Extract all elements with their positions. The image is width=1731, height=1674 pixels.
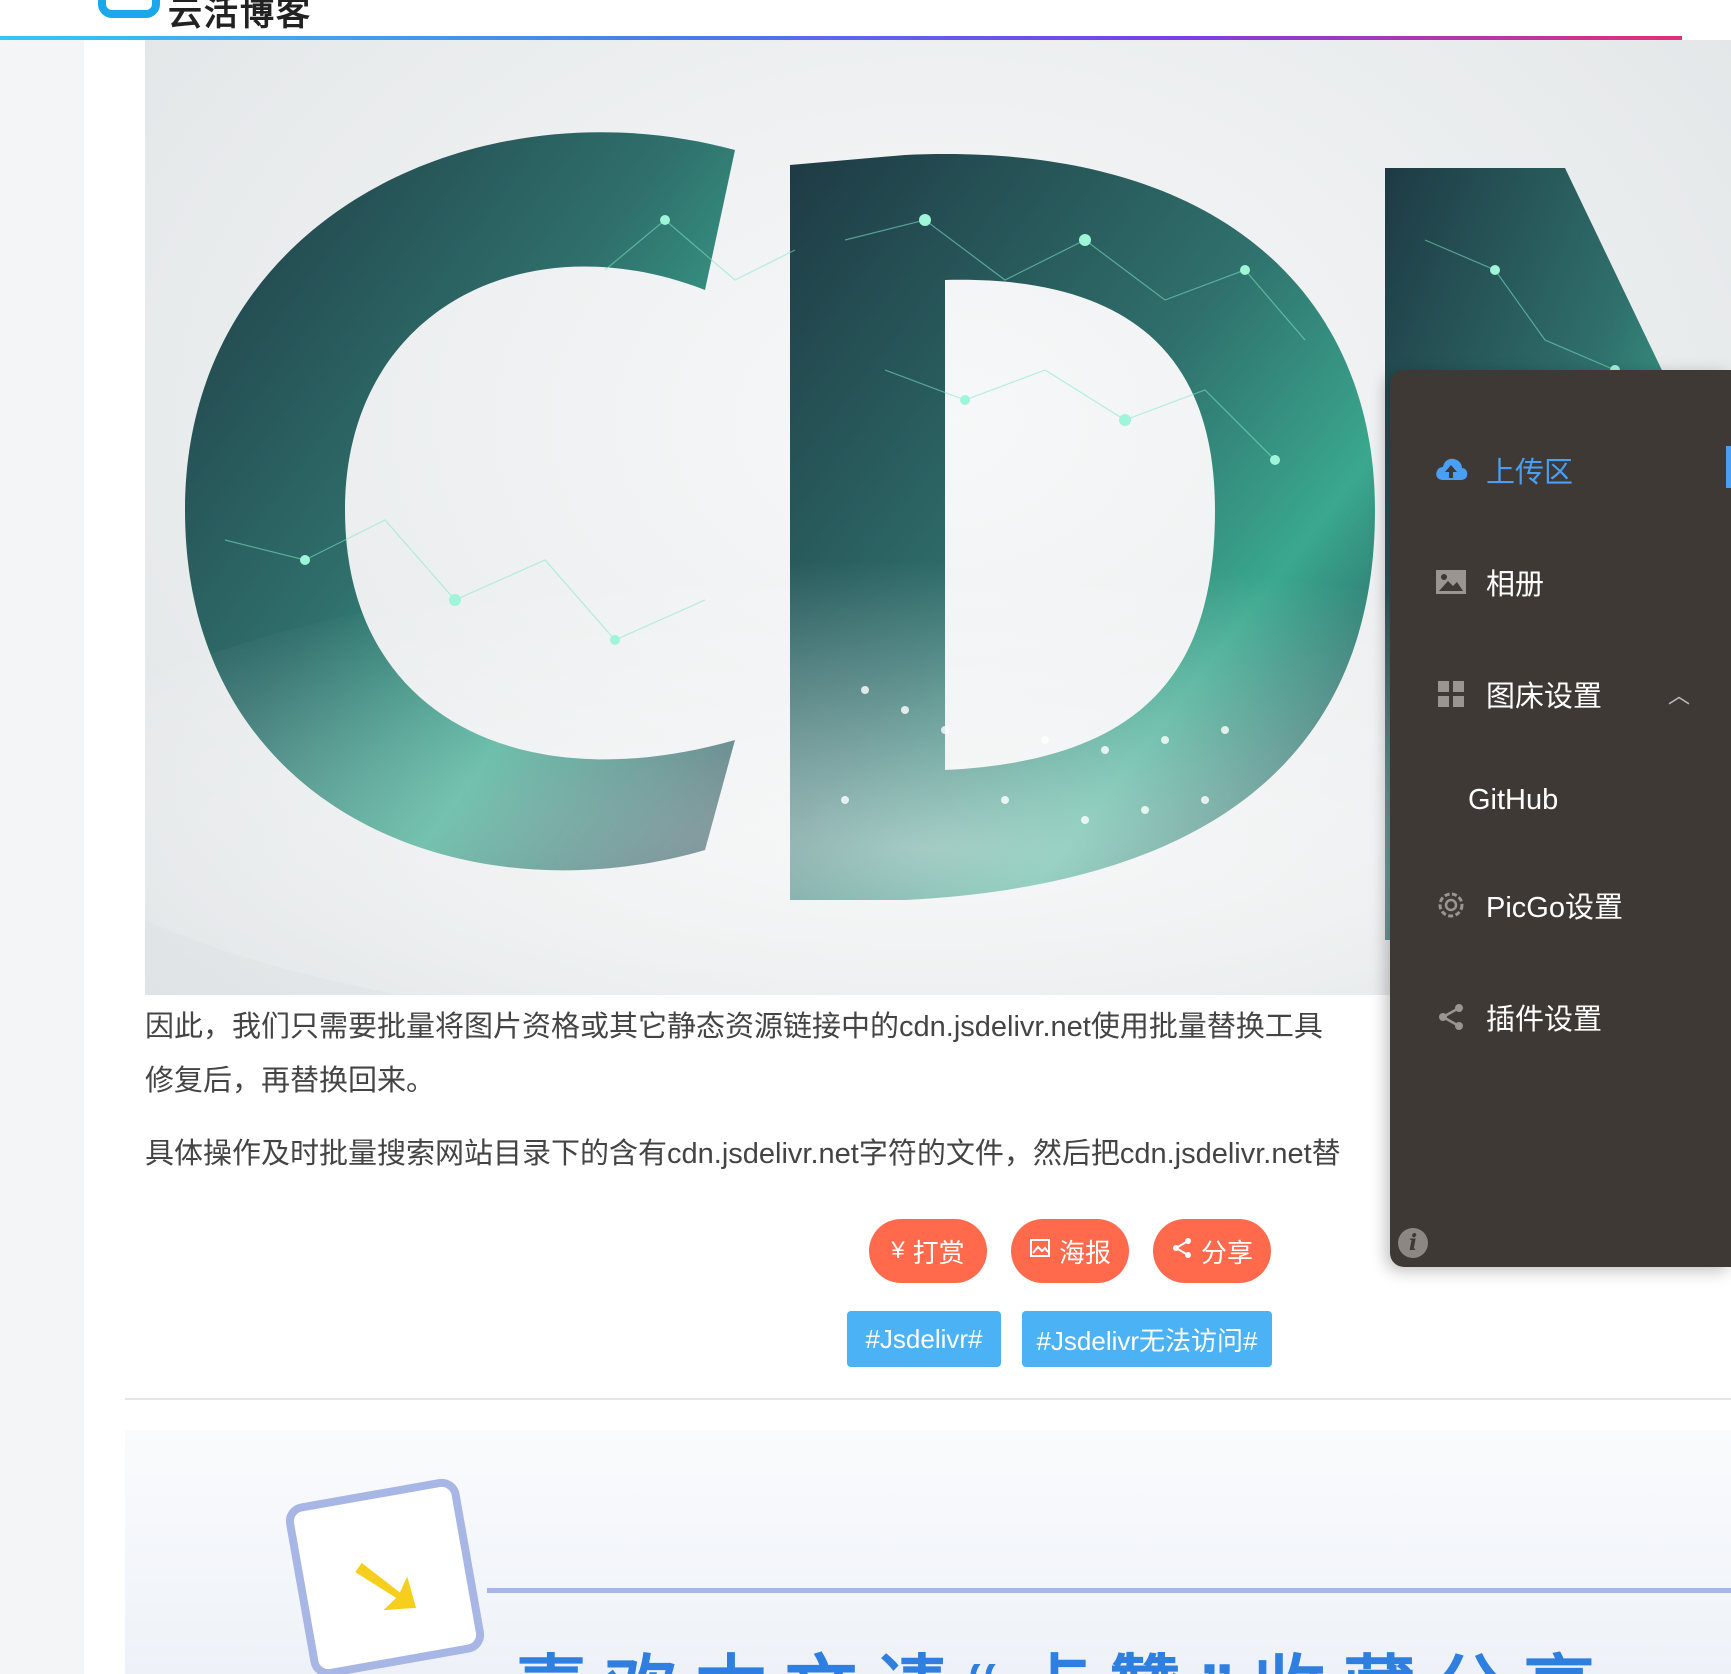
arrow-down-right-icon: ➘ <box>337 1525 436 1646</box>
info-icon[interactable]: i <box>1398 1228 1428 1258</box>
top-bar: 云活博客 <box>0 0 1731 40</box>
active-indicator <box>1726 446 1731 488</box>
site-brand[interactable]: 云活博客 <box>168 0 312 35</box>
promo-box-icon: ➘ <box>283 1476 487 1674</box>
menu-item-picgo-settings[interactable]: PicGo设置 <box>1390 875 1731 935</box>
image-icon <box>1434 565 1468 599</box>
share-icon <box>1434 1000 1468 1034</box>
article-paragraph-1-line-1: 因此，我们只需要批量将图片资格或其它静态资源链接中的cdn.jsdelivr.n… <box>145 1011 1323 1043</box>
reward-label: 打赏 <box>912 1237 965 1268</box>
share-label: 分享 <box>1200 1237 1253 1268</box>
article-paragraph-1-line-2: 修复后，再替换回来。 <box>145 1065 436 1097</box>
menu-label-github: GitHub <box>1468 783 1559 816</box>
chevron-up-icon[interactable]: ︿ <box>1668 678 1690 710</box>
menu-item-plugin-settings[interactable]: 插件设置 <box>1390 987 1731 1047</box>
menu-label-picgo-settings: PicGo设置 <box>1486 892 1623 924</box>
menu-label-upload: 上传区 <box>1486 457 1574 489</box>
share-icon <box>1171 1237 1193 1266</box>
article-paragraph-2: 具体操作及时批量搜索网站目录下的含有cdn.jsdelivr.net字符的文件，… <box>145 1138 1341 1170</box>
menu-label-plugin-settings: 插件设置 <box>1486 1004 1603 1036</box>
gear-icon <box>1434 888 1468 922</box>
tag-jsdelivr-unreachable[interactable]: #Jsdelivr无法访问# <box>1022 1311 1272 1367</box>
logo-icon[interactable] <box>98 0 160 18</box>
menu-item-picbed-settings[interactable]: 图床设置 ︿ <box>1390 664 1731 724</box>
share-button[interactable]: 分享 <box>1153 1219 1271 1283</box>
promo-line <box>487 1588 1731 1593</box>
poster-label: 海报 <box>1058 1237 1111 1268</box>
poster-image-icon <box>1029 1237 1051 1266</box>
menu-item-gallery[interactable]: 相册 <box>1390 552 1731 612</box>
menu-item-github[interactable]: GitHub <box>1390 770 1731 830</box>
tag-jsdelivr[interactable]: #Jsdelivr# <box>847 1311 1001 1367</box>
poster-button[interactable]: 海报 <box>1011 1219 1129 1283</box>
menu-item-upload[interactable]: 上传区 <box>1390 440 1731 500</box>
menu-label-picbed-settings: 图床设置 <box>1486 681 1603 713</box>
section-divider <box>125 1398 1731 1400</box>
yen-icon: ¥ <box>891 1237 905 1264</box>
menu-label-gallery: 相册 <box>1486 569 1545 601</box>
picgo-side-menu: 上传区 相册 图床设置 ︿ GitHub PicGo设置 插件设置 i <box>1390 370 1731 1267</box>
grid-icon <box>1434 677 1468 711</box>
cloud-upload-icon <box>1434 453 1468 487</box>
promo-text: 喜欢本文请“点赞”收藏分享 <box>515 1630 1613 1674</box>
promo-banner: ➘ 喜欢本文请“点赞”收藏分享 <box>125 1430 1731 1674</box>
reward-button[interactable]: ¥ 打赏 <box>869 1219 987 1283</box>
